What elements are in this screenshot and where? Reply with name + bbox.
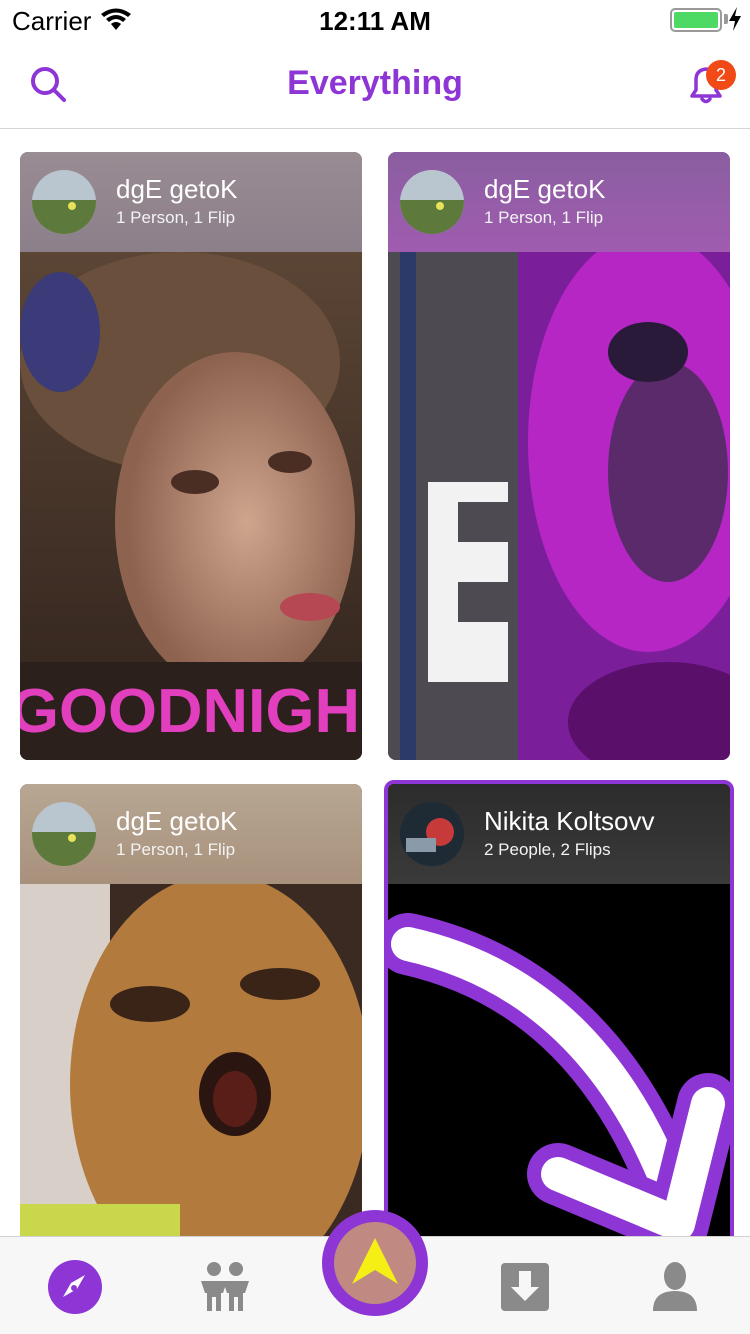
avatar[interactable]	[400, 170, 464, 234]
card-header: dgE getoK 1 Person, 1 Flip	[20, 152, 362, 252]
card-meta: 1 Person, 1 Flip	[116, 208, 236, 227]
card-media: GOODNIGH	[20, 252, 362, 760]
battery-icon	[670, 8, 722, 32]
battery-fill	[674, 12, 718, 28]
card-header: dgE getoK 1 Person, 1 Flip	[20, 784, 362, 884]
arrow-up-icon	[352, 1238, 398, 1284]
card-header: Nikita Koltsovv 2 People, 2 Flips	[388, 784, 730, 884]
clock: 12:11 AM	[319, 6, 431, 36]
avatar[interactable]	[32, 802, 96, 866]
card-media-text: GOODNIGH	[20, 677, 360, 746]
status-bar: Carrier 12:11 AM	[0, 0, 750, 40]
download-icon[interactable]	[497, 1259, 553, 1315]
avatar[interactable]	[400, 802, 464, 866]
card-media	[20, 884, 362, 1254]
profile-icon[interactable]	[647, 1259, 703, 1315]
feed-card[interactable]: GOODNIGH dgE getoK 1 Person, 1 Flip	[20, 152, 362, 760]
card-header: dgE getoK 1 Person, 1 Flip	[388, 152, 730, 252]
feed-card[interactable]: dgE getoK 1 Person, 1 Flip	[388, 152, 730, 760]
card-meta: 2 People, 2 Flips	[484, 840, 611, 859]
card-image	[20, 884, 362, 1254]
create-flip-button[interactable]	[322, 1210, 428, 1316]
card-meta: 1 Person, 1 Flip	[116, 840, 236, 859]
avatar[interactable]	[32, 170, 96, 234]
people-icon[interactable]	[197, 1259, 253, 1315]
compass-icon[interactable]	[47, 1259, 103, 1315]
feed-card-selected[interactable]: Nikita Koltsovv 2 People, 2 Flips	[384, 780, 734, 1254]
feed-card[interactable]: dgE getoK 1 Person, 1 Flip	[20, 784, 362, 1254]
card-author: dgE getoK	[484, 174, 606, 204]
notification-badge: 2	[706, 60, 736, 90]
card-author: dgE getoK	[116, 806, 238, 836]
card-author: Nikita Koltsovv	[484, 806, 655, 836]
nav-bar: Everything 2	[0, 40, 750, 129]
page-title: Everything	[287, 64, 463, 102]
card-media	[388, 884, 730, 1250]
create-button-inner	[334, 1222, 416, 1304]
card-author: dgE getoK	[116, 174, 238, 204]
card-image	[388, 252, 730, 760]
arrow-graphic	[388, 884, 730, 1250]
charging-icon	[729, 7, 741, 31]
card-image: GOODNIGH	[20, 252, 362, 760]
card-meta: 1 Person, 1 Flip	[484, 208, 604, 227]
card-media	[388, 252, 730, 760]
